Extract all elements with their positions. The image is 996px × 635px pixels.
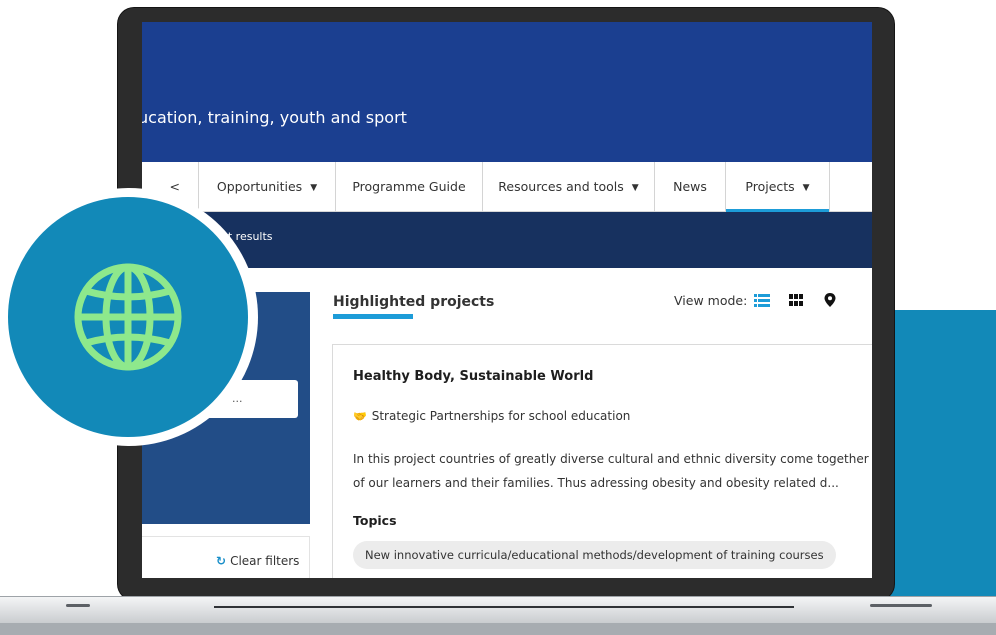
- marketing-illustration: ucation, training, youth and sport < Opp…: [0, 0, 996, 635]
- refresh-icon: ↻: [216, 554, 227, 568]
- nav-item-label: Projects: [745, 179, 795, 194]
- globe-icon: [74, 263, 182, 371]
- nav-item-resources-and-tools[interactable]: Resources and tools ▼: [483, 162, 655, 212]
- view-mode-label: View mode:: [674, 293, 748, 308]
- caret-down-icon: ▼: [631, 183, 639, 193]
- nav-item-label: Programme Guide: [352, 179, 466, 194]
- project-title[interactable]: Healthy Body, Sustainable World: [353, 369, 593, 384]
- caret-down-icon: ▼: [802, 183, 810, 193]
- topic-chip[interactable]: New innovative curricula/educational met…: [353, 541, 836, 569]
- nav-item-label: Resources and tools: [498, 179, 624, 194]
- project-description: In this project countries of greatly div…: [353, 447, 872, 495]
- caret-down-icon: ▼: [310, 183, 318, 193]
- section-title-underline: [333, 314, 413, 319]
- map-pin-icon[interactable]: [822, 292, 838, 308]
- project-card[interactable]: Healthy Body, Sustainable World 🤝 Strateg…: [332, 344, 872, 578]
- laptop-base: [0, 596, 996, 624]
- laptop-foot: [870, 604, 932, 607]
- nav-item-programme-guide[interactable]: Programme Guide: [336, 162, 483, 212]
- nav-item-news[interactable]: News: [655, 162, 726, 212]
- clear-filters-label: Clear filters: [230, 554, 300, 568]
- laptop-base-edge: [0, 623, 996, 635]
- nav-item-label: News: [673, 179, 707, 194]
- programme-label: Strategic Partnerships for school educat…: [371, 409, 631, 423]
- grid-view-icon[interactable]: [788, 292, 804, 308]
- laptop-foot: [66, 604, 90, 607]
- description-line: In this project countries of greatly div…: [353, 452, 872, 466]
- list-view-icon[interactable]: [754, 292, 770, 308]
- nav-item-projects[interactable]: Projects ▼: [726, 162, 830, 213]
- site-subtitle: ucation, training, youth and sport: [142, 108, 407, 127]
- nav-item-label: Opportunities: [216, 179, 303, 194]
- breadcrumb-bar: ject results: [142, 212, 872, 268]
- site-header: ucation, training, youth and sport: [142, 22, 872, 162]
- section-title: Highlighted projects: [333, 294, 495, 310]
- handshake-icon: 🤝: [353, 410, 367, 423]
- laptop-hinge: [214, 606, 794, 608]
- nav-item-opportunities[interactable]: Opportunities ▼: [199, 162, 336, 212]
- main-nav: < Opportunities ▼ Programme Guide Resourc…: [142, 162, 872, 213]
- project-programme: 🤝 Strategic Partnerships for school educa…: [353, 409, 630, 423]
- clear-filters-button[interactable]: ↻ Clear filters: [216, 554, 299, 568]
- description-line: of our learners and their families. Thus…: [353, 476, 839, 490]
- topics-label: Topics: [353, 513, 397, 528]
